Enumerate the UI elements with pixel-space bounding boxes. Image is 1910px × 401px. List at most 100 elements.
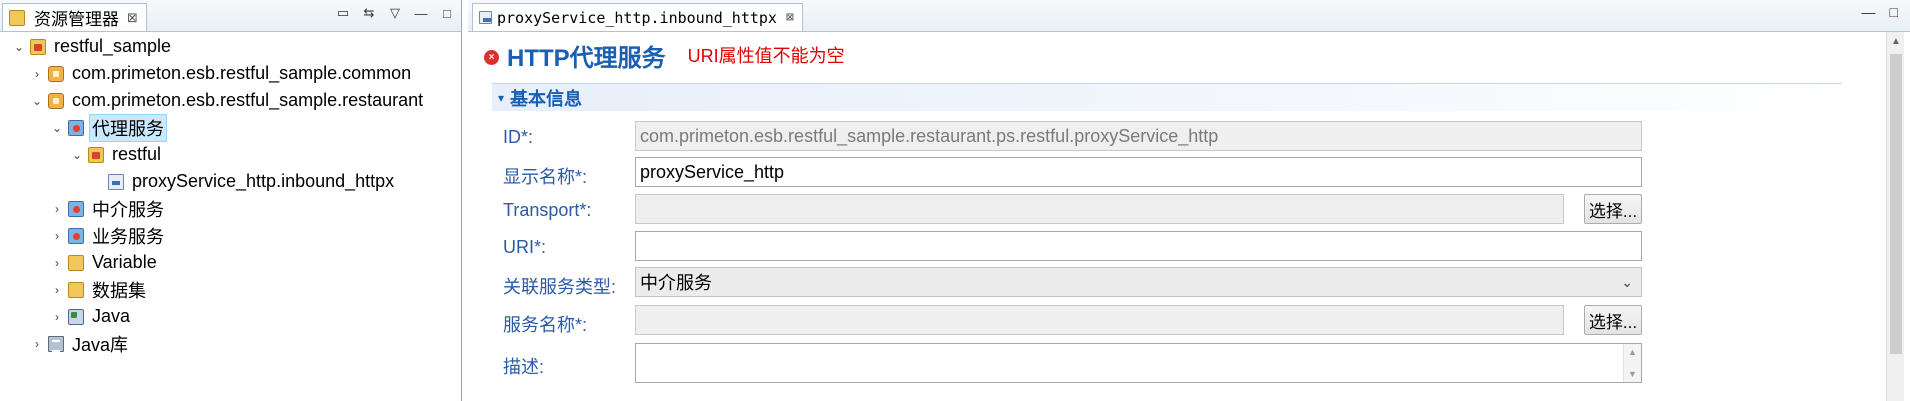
expanded-chevron-icon[interactable]: ⌄ — [70, 148, 84, 162]
transport-field — [635, 194, 1564, 224]
editor-tab-bar: proxyService_http.inbound_httpx ⊠ — □ — [468, 0, 1910, 32]
collapsed-chevron-icon[interactable]: › — [50, 202, 64, 216]
java-icon — [68, 308, 84, 325]
tree-item-label: Variable — [92, 252, 157, 272]
tree-item-package-common[interactable]: › com.primeton.esb.restful_sample.common — [0, 60, 461, 87]
folder-icon — [88, 146, 104, 163]
display-name-label: 显示名称*: — [503, 167, 588, 187]
collapsed-chevron-icon[interactable]: › — [50, 283, 64, 297]
package-icon — [48, 65, 64, 82]
transport-row: Transport*: 选择... — [503, 194, 1883, 226]
close-icon[interactable]: ⊠ — [127, 10, 138, 26]
resource-explorer-view: 资源管理器 ⊠ ▭ ⇆ ▽ — □ ⌄ restful_sample › com… — [0, 0, 462, 401]
explorer-toolbar: ▭ ⇆ ▽ — □ — [335, 5, 455, 21]
collapsed-chevron-icon[interactable]: › — [50, 229, 64, 243]
service-name-field — [635, 305, 1564, 335]
tree-item-dataset[interactable]: › 数据集 — [0, 276, 461, 303]
mediation-service-icon — [68, 200, 84, 217]
collapse-toggle-icon[interactable]: ▾ — [498, 91, 504, 105]
uri-row: URI*: — [503, 231, 1883, 263]
editor-window-controls: — □ — [1862, 4, 1898, 20]
dataset-folder-icon — [68, 281, 84, 298]
expanded-chevron-icon[interactable]: ⌄ — [50, 121, 64, 135]
id-field: com.primeton.esb.restful_sample.restaura… — [635, 121, 1642, 151]
id-row: ID*: com.primeton.esb.restful_sample.res… — [503, 121, 1883, 153]
collapsed-chevron-icon[interactable]: › — [50, 310, 64, 324]
scroll-up-icon[interactable]: ▲ — [1887, 36, 1905, 47]
form-header: × HTTP代理服务 URI属性值不能为空 — [484, 40, 845, 72]
scrollbar-thumb[interactable] — [1890, 54, 1902, 354]
editor-tab[interactable]: proxyService_http.inbound_httpx ⊠ — [472, 3, 803, 31]
chevron-down-icon[interactable]: ⌄ — [1621, 274, 1633, 291]
close-icon[interactable]: ⊠ — [786, 10, 794, 25]
description-scrollbar[interactable]: ▲ ▼ — [1623, 344, 1641, 382]
tree-item-proxy-services[interactable]: ⌄ 代理服务 — [0, 113, 461, 142]
basic-info-section-header[interactable]: ▾ 基本信息 — [492, 83, 1842, 111]
minimize-icon[interactable]: — — [413, 5, 429, 21]
business-service-icon — [68, 227, 84, 244]
eclipse-workbench: 资源管理器 ⊠ ▭ ⇆ ▽ — □ ⌄ restful_sample › com… — [0, 0, 1910, 401]
editor-scrollbar[interactable]: ▲ — [1886, 32, 1904, 401]
collapsed-chevron-icon[interactable]: › — [50, 256, 64, 270]
error-icon: × — [484, 49, 499, 65]
uri-field[interactable] — [635, 231, 1642, 261]
proxy-service-folder-icon — [68, 119, 84, 136]
editor-tab-label: proxyService_http.inbound_httpx — [497, 8, 777, 27]
form-error-message: URI属性值不能为空 — [687, 46, 845, 66]
description-row: 描述: ▲ ▼ — [503, 343, 1883, 385]
tree-item-business-services[interactable]: › 业务服务 — [0, 222, 461, 249]
service-file-icon — [479, 11, 492, 24]
maximize-icon[interactable]: □ — [439, 5, 455, 21]
tree-item-label: com.primeton.esb.restful_sample.common — [72, 63, 412, 83]
description-label: 描述: — [503, 357, 545, 377]
uri-label: URI*: — [503, 237, 547, 257]
related-service-type-label: 关联服务类型: — [503, 277, 617, 297]
tree-item-mediation-services[interactable]: › 中介服务 — [0, 195, 461, 222]
project-icon — [30, 38, 46, 55]
expanded-chevron-icon[interactable]: ⌄ — [12, 40, 26, 54]
service-name-row: 服务名称*: 选择... — [503, 305, 1883, 337]
description-textarea[interactable]: ▲ ▼ — [635, 343, 1642, 383]
tree-item-label: Java库 — [72, 334, 129, 355]
transport-label: Transport*: — [503, 200, 592, 220]
tree-item-label: com.primeton.esb.restful_sample.restaura… — [72, 90, 424, 110]
maximize-icon[interactable]: □ — [1890, 4, 1898, 20]
minimize-icon[interactable]: — — [1862, 4, 1876, 20]
tree-item-label: restful — [112, 144, 162, 164]
tree-item-label: 业务服务 — [92, 226, 164, 247]
java-library-icon — [48, 335, 64, 352]
id-label: ID*: — [503, 127, 534, 147]
display-name-field[interactable]: proxyService_http — [635, 157, 1642, 187]
tree-item-label: restful_sample — [54, 36, 172, 56]
display-name-row: 显示名称*: proxyService_http — [503, 157, 1883, 189]
tree-item-label: proxyService_http.inbound_httpx — [132, 171, 395, 191]
tree-item-label: 中介服务 — [92, 199, 164, 220]
collapse-all-icon[interactable]: ▭ — [335, 5, 351, 21]
form-title: HTTP代理服务 — [507, 44, 666, 72]
tree-item-variable[interactable]: › Variable — [0, 249, 461, 276]
tree-item-proxy-service-file[interactable]: proxyService_http.inbound_httpx — [0, 168, 461, 195]
tree-item-java[interactable]: › Java — [0, 303, 461, 330]
tree-item-restful-folder[interactable]: ⌄ restful — [0, 141, 461, 168]
service-name-select-button[interactable]: 选择... — [1584, 305, 1642, 335]
link-with-editor-icon[interactable]: ⇆ — [361, 5, 377, 21]
explorer-icon — [9, 9, 25, 26]
scroll-up-icon[interactable]: ▲ — [1628, 347, 1637, 357]
resource-tree: ⌄ restful_sample › com.primeton.esb.rest… — [0, 33, 461, 357]
tree-item-restful-sample[interactable]: ⌄ restful_sample — [0, 33, 461, 60]
expanded-chevron-icon[interactable]: ⌄ — [30, 94, 44, 108]
collapsed-chevron-icon[interactable]: › — [30, 337, 44, 351]
tree-item-label: 数据集 — [92, 280, 146, 301]
explorer-tab-bar: 资源管理器 ⊠ ▭ ⇆ ▽ — □ — [0, 0, 461, 32]
variable-folder-icon — [68, 254, 84, 271]
view-menu-icon[interactable]: ▽ — [387, 5, 403, 21]
scroll-down-icon[interactable]: ▼ — [1628, 369, 1637, 379]
tree-item-java-library[interactable]: › Java库 — [0, 330, 461, 357]
tree-item-package-restaurant[interactable]: ⌄ com.primeton.esb.restful_sample.restau… — [0, 87, 461, 114]
tree-item-label: Java — [92, 306, 131, 326]
explorer-tab[interactable]: 资源管理器 ⊠ — [2, 3, 147, 31]
related-service-type-row: 关联服务类型: 中介服务 ⌄ — [503, 267, 1883, 299]
collapsed-chevron-icon[interactable]: › — [30, 67, 44, 81]
transport-select-button[interactable]: 选择... — [1584, 194, 1642, 224]
related-service-type-select[interactable]: 中介服务 ⌄ — [635, 267, 1642, 297]
